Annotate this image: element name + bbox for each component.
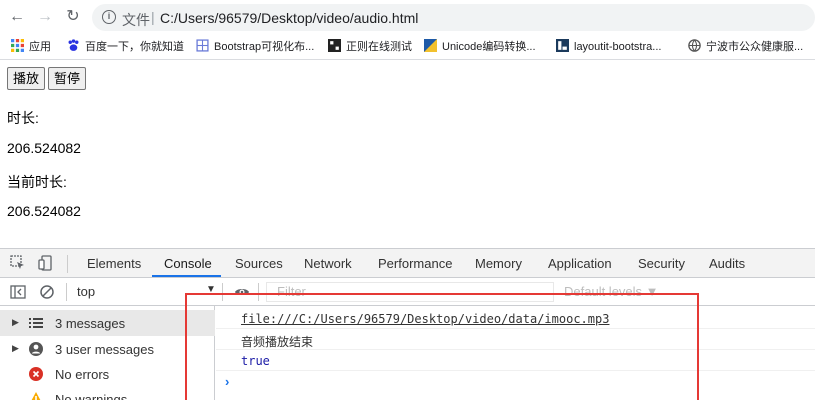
globe-icon: [688, 39, 701, 52]
reload-icon[interactable]: ↻: [62, 6, 84, 28]
bookmark-layoutit[interactable]: layoutit-bootstra...: [556, 38, 661, 56]
page-icon: [196, 39, 209, 52]
bookmark-label: 应用: [29, 41, 51, 53]
toolbar-divider: [66, 283, 67, 301]
sidebar-item-label: 3 messages: [55, 316, 126, 331]
bookmark-label: Bootstrap可视化布...: [214, 41, 315, 53]
sidebar-item-user-messages[interactable]: ▶ 3 user messages: [0, 336, 215, 362]
expand-triangle-icon[interactable]: ▶: [12, 343, 19, 354]
tab-elements[interactable]: Elements: [87, 256, 141, 271]
bookmark-label: 正则在线测试: [346, 41, 412, 53]
list-icon: [29, 318, 43, 328]
address-scheme-label: 文件: [122, 12, 150, 28]
info-icon[interactable]: i: [102, 10, 116, 24]
expand-triangle-icon[interactable]: ▶: [12, 317, 19, 328]
regex-icon: [328, 39, 341, 52]
console-sidebar: ▶ 3 messages ▶ 3 user messages No errors…: [0, 306, 215, 400]
clear-console-icon[interactable]: [39, 284, 55, 300]
play-button[interactable]: 播放: [7, 67, 46, 90]
user-icon: [29, 342, 43, 356]
error-icon: [29, 367, 43, 381]
message-text: 音频播放结束: [241, 335, 314, 349]
sidebar-item-errors[interactable]: No errors: [0, 361, 215, 387]
address-separator: |: [151, 9, 155, 25]
unicode-icon: [424, 39, 437, 52]
bookmark-unicode[interactable]: Unicode编码转换...: [424, 38, 536, 56]
address-url[interactable]: C:/Users/96579/Desktop/video/audio.html: [160, 10, 418, 26]
console-toolbar: top ▼ Filter Default levels ▼: [0, 278, 815, 306]
device-toolbar-icon[interactable]: [38, 255, 54, 271]
sidebar-item-messages[interactable]: ▶ 3 messages: [0, 310, 215, 336]
sidebar-item-label: 3 user messages: [55, 342, 154, 357]
current-time-label: 当前时长:: [7, 174, 67, 190]
bookmark-bootstrap[interactable]: Bootstrap可视化布...: [196, 38, 314, 56]
apps-grid-icon: [11, 39, 24, 52]
sidebar-toggle-icon[interactable]: [10, 284, 26, 300]
warning-icon: [31, 392, 41, 400]
console-message: file:///C:/Users/96579/Desktop/video/dat…: [216, 308, 815, 329]
console-message: true: [216, 350, 815, 371]
message-boolean: true: [241, 354, 270, 368]
sidebar-item-label: No warnings: [55, 392, 128, 400]
bookmark-label: 百度一下，你就知道: [85, 41, 184, 53]
tab-performance[interactable]: Performance: [378, 256, 452, 271]
current-time-value: 206.524082: [7, 203, 81, 219]
active-tab-indicator: [152, 275, 221, 277]
message-file-link[interactable]: file:///C:/Users/96579/Desktop/video/dat…: [241, 312, 609, 326]
console-prompt[interactable]: ›: [225, 374, 229, 389]
context-dropdown-icon[interactable]: ▼: [206, 284, 216, 295]
tab-security[interactable]: Security: [638, 256, 685, 271]
bookmark-apps[interactable]: 应用: [11, 38, 51, 56]
tab-application[interactable]: Application: [548, 256, 612, 271]
console-output: file:///C:/Users/96579/Desktop/video/dat…: [216, 306, 815, 400]
baidu-paw-icon: [68, 39, 79, 51]
toolbar-divider: [67, 255, 68, 273]
duration-value: 206.524082: [7, 140, 81, 156]
address-bar-row: ← → ↻ i 文件 | C:/Users/96579/Desktop/vide…: [0, 0, 815, 34]
bookmark-regex[interactable]: 正则在线测试: [328, 38, 412, 56]
filter-input[interactable]: Filter: [266, 282, 554, 302]
toolbar-divider: [258, 283, 259, 301]
toolbar-divider: [222, 283, 223, 301]
tab-console[interactable]: Console: [164, 256, 212, 271]
bookmark-label: 宁波市公众健康服...: [706, 41, 804, 53]
devtools-tab-strip: Elements Console Sources Network Perform…: [0, 248, 815, 278]
console-message: 音频播放结束: [216, 329, 815, 350]
tab-memory[interactable]: Memory: [475, 256, 522, 271]
bookmark-label: Unicode编码转换...: [442, 41, 536, 53]
pause-button[interactable]: 暂停: [48, 67, 87, 90]
bookmarks-bar: 应用 百度一下，你就知道 Bootstrap可视化布... 正则在线测试 Uni…: [0, 34, 815, 60]
inspect-element-icon[interactable]: [10, 255, 26, 271]
back-arrow-icon[interactable]: ←: [6, 6, 28, 28]
bookmark-ningbo[interactable]: 宁波市公众健康服...: [688, 38, 803, 56]
duration-label: 时长:: [7, 110, 39, 126]
omnibox[interactable]: i 文件 | C:/Users/96579/Desktop/video/audi…: [92, 4, 815, 31]
bookmark-baidu[interactable]: 百度一下，你就知道: [67, 38, 184, 56]
tab-audits[interactable]: Audits: [709, 256, 745, 271]
sidebar-item-label: No errors: [55, 367, 110, 382]
forward-arrow-icon[interactable]: →: [34, 6, 56, 28]
context-selector[interactable]: top: [77, 284, 95, 299]
sidebar-item-warnings[interactable]: No warnings: [0, 386, 215, 400]
page-content: 播放 暂停 时长: 206.524082 当前时长: 206.524082: [0, 61, 815, 248]
tab-sources[interactable]: Sources: [235, 256, 283, 271]
bookmark-label: layoutit-bootstra...: [574, 41, 662, 53]
log-levels-dropdown[interactable]: Default levels ▼: [564, 284, 659, 299]
eye-icon[interactable]: [234, 284, 250, 300]
layoutit-icon: [556, 39, 569, 52]
tab-network[interactable]: Network: [304, 256, 352, 271]
